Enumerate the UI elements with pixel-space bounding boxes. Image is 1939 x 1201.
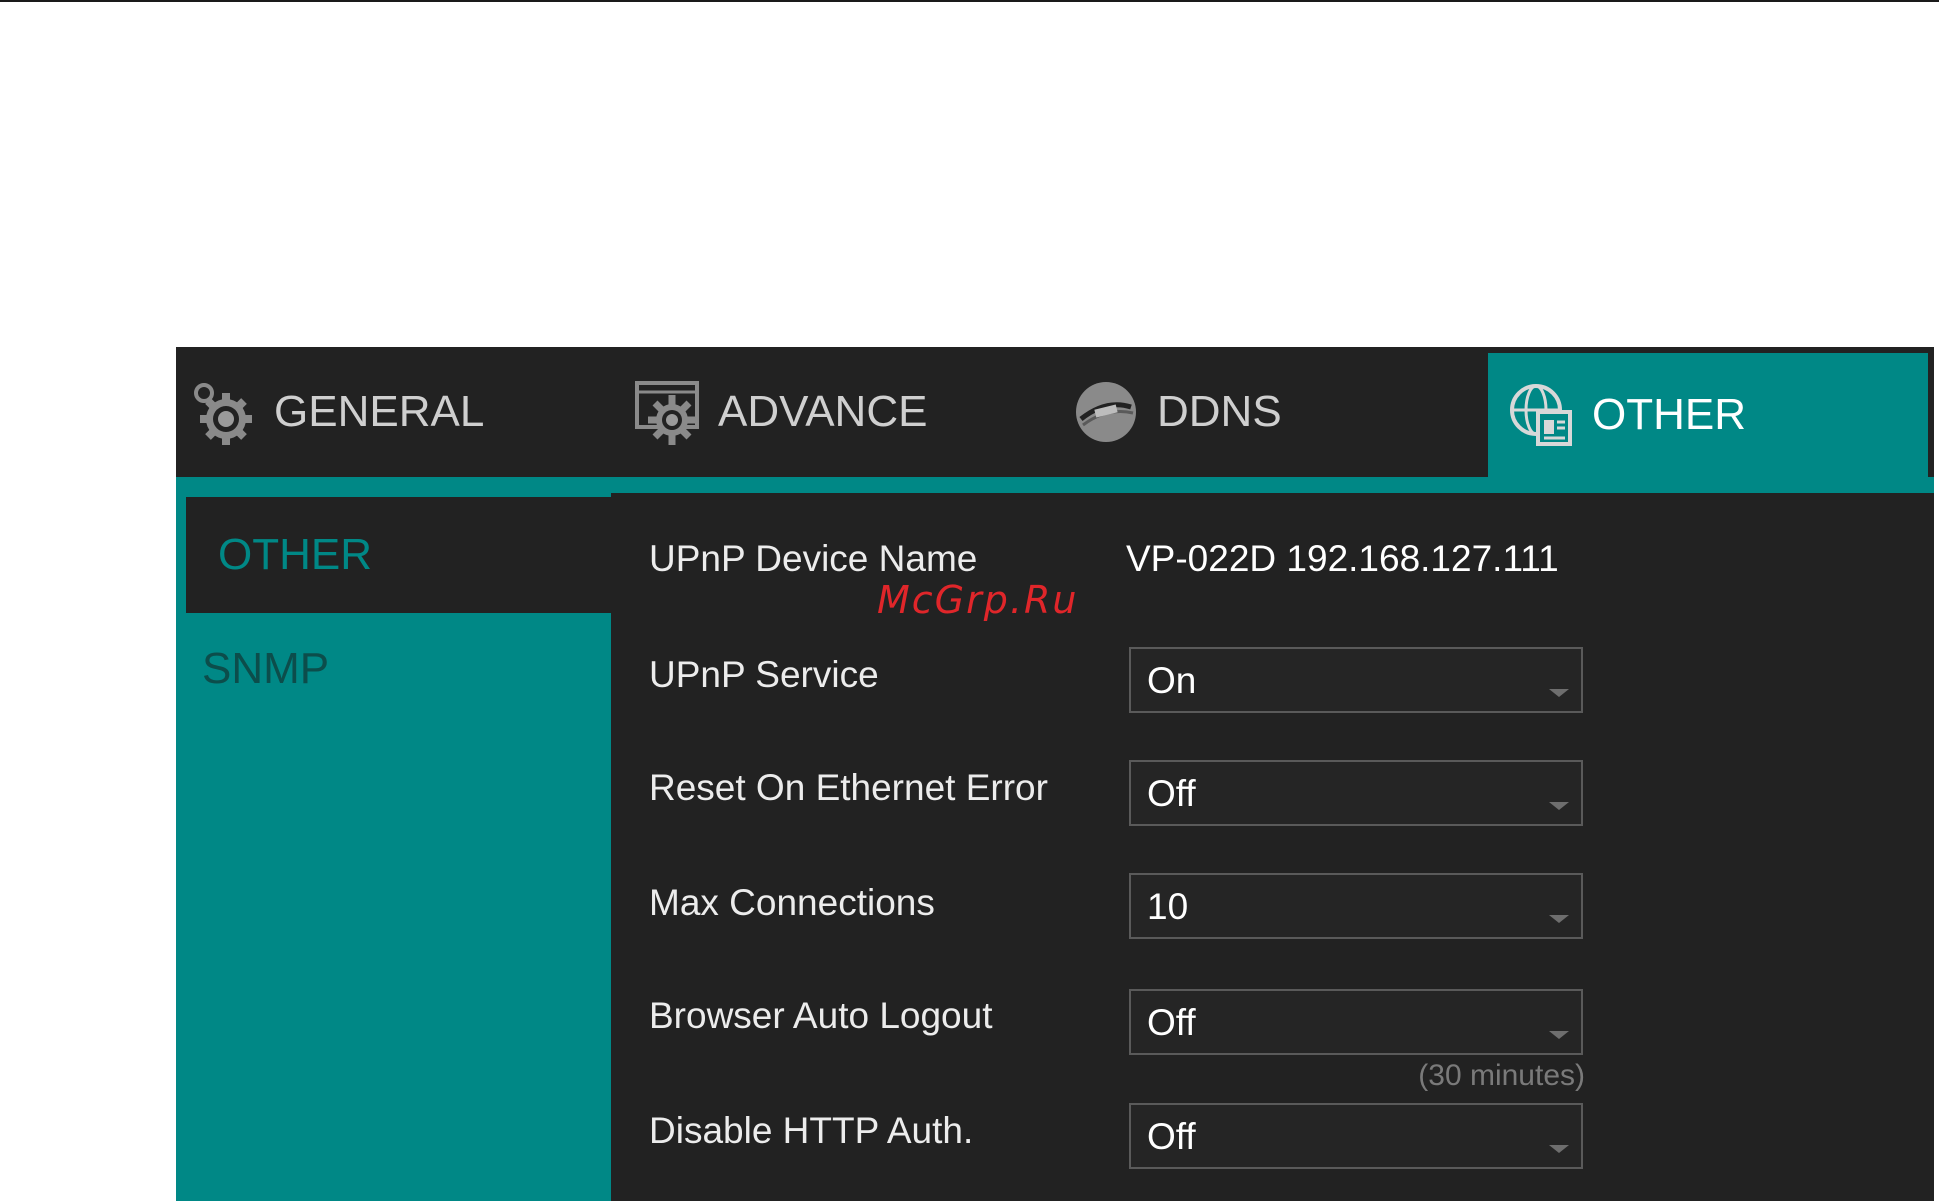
disable-http-auth-select[interactable]: Off [1129,1103,1583,1169]
sidebar: OTHER SNMP [176,493,611,1201]
chevron-down-icon [1549,689,1569,697]
tab-other[interactable]: OTHER [1488,353,1928,477]
reset-on-ethernet-error-label: Reset On Ethernet Error [649,767,1048,808]
advanced-settings-icon [635,381,699,445]
upnp-device-name-value: VP-022D 192.168.127.111 [1126,538,1559,579]
tab-accent-strip [176,477,1934,493]
tab-ddns-label: DDNS [1157,387,1282,436]
max-connections-select[interactable]: 10 [1129,873,1583,939]
tab-ddns[interactable]: DDNS [1073,347,1493,477]
globe-document-icon [1510,384,1572,446]
max-connections-value: 10 [1147,886,1189,927]
upnp-service-select[interactable]: On [1129,647,1583,713]
tab-advance-label: ADVANCE [718,387,928,436]
tab-advance[interactable]: ADVANCE [634,347,1054,477]
gear-icon [194,383,252,445]
sidebar-item-other[interactable]: OTHER [186,497,611,613]
tab-general[interactable]: GENERAL [190,347,610,477]
tab-general-label: GENERAL [274,387,485,436]
browser-auto-logout-value: Off [1147,1002,1196,1043]
disable-http-auth-label: Disable HTTP Auth. [649,1110,974,1151]
disable-http-auth-value: Off [1147,1116,1196,1157]
tab-bar: GENERAL ADVANCE DDNS OTHER [176,347,1934,477]
chevron-down-icon [1549,802,1569,810]
upnp-service-label: UPnP Service [649,654,879,695]
settings-panel: GENERAL ADVANCE DDNS OTHER OTHER SNMP UP… [176,347,1934,1201]
reset-on-ethernet-error-select[interactable]: Off [1129,760,1583,826]
browser-auto-logout-select[interactable]: Off [1129,989,1583,1055]
chevron-down-icon [1549,1145,1569,1153]
settings-form: UPnP Device Name VP-022D 192.168.127.111… [611,493,1934,1201]
max-connections-label: Max Connections [649,882,935,923]
ddns-globe-icon [1076,382,1136,442]
browser-auto-logout-label: Browser Auto Logout [649,995,993,1036]
sidebar-item-label: SNMP [202,644,330,693]
chevron-down-icon [1549,915,1569,923]
chevron-down-icon [1549,1031,1569,1039]
tab-other-label: OTHER [1592,390,1746,439]
reset-on-ethernet-error-value: Off [1147,773,1196,814]
watermark: McGrp.Ru [877,578,1079,622]
upnp-device-name-label: UPnP Device Name [649,538,978,579]
sidebar-item-snmp[interactable]: SNMP [186,611,611,727]
browser-auto-logout-hint: (30 minutes) [1418,1059,1585,1092]
sidebar-item-label: OTHER [218,530,372,579]
top-rule [0,0,1939,2]
upnp-service-value: On [1147,660,1197,701]
